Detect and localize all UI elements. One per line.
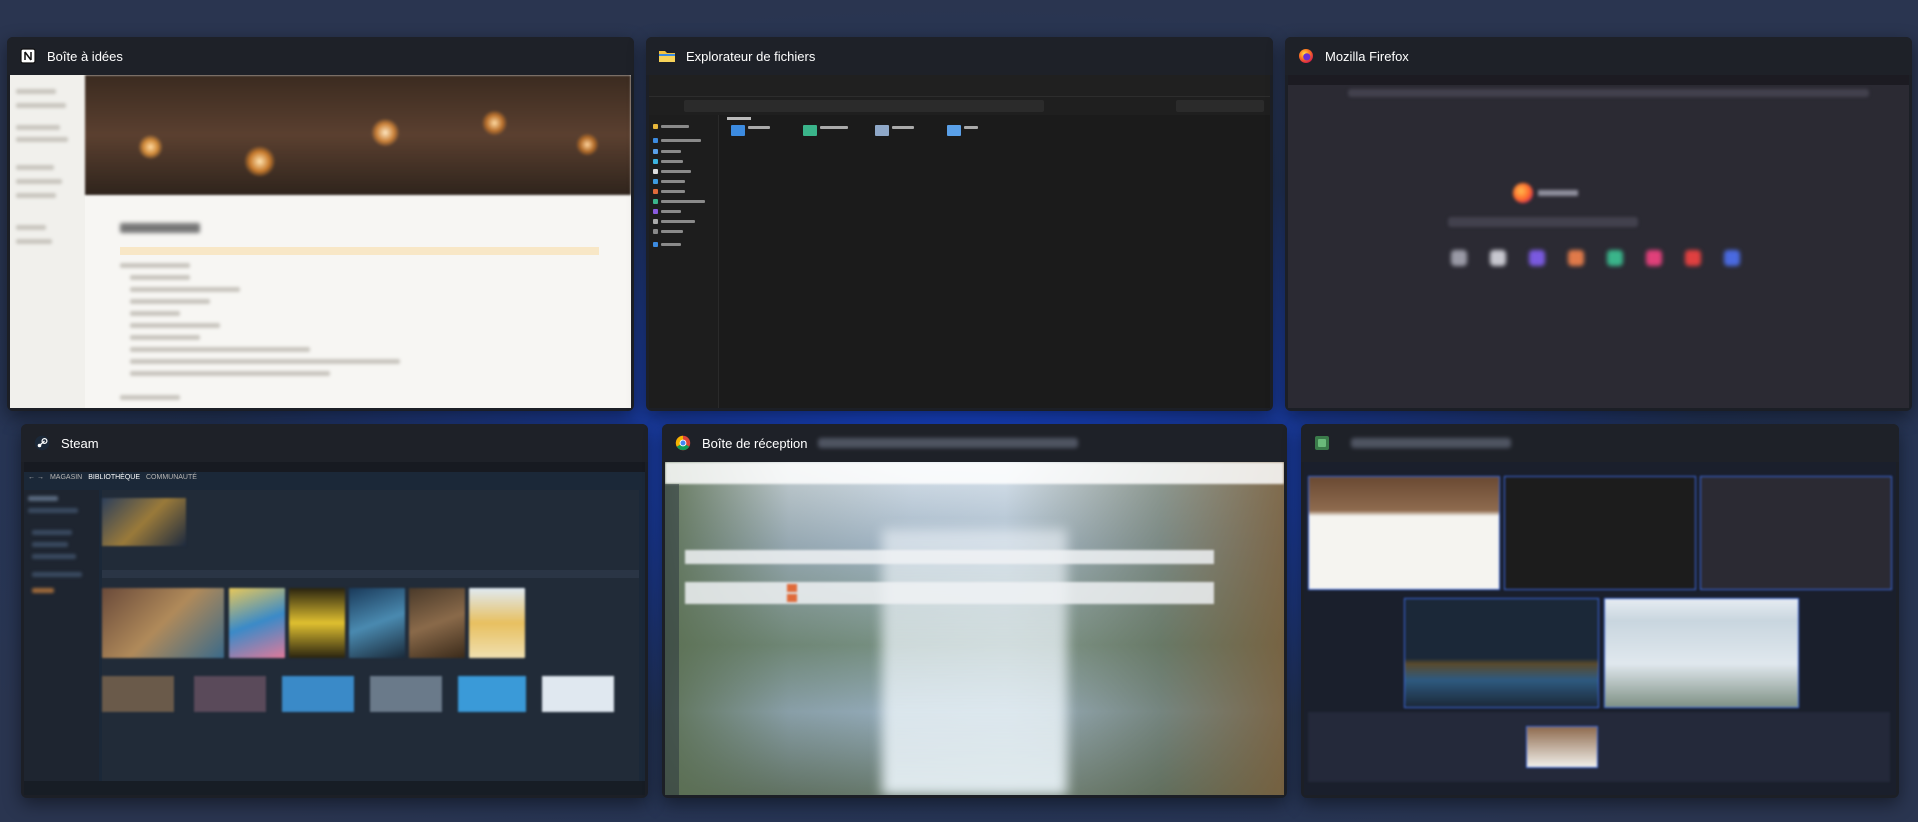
notion-page-title (120, 223, 200, 233)
shortcut-icon (1607, 250, 1623, 266)
notion-cover-image (85, 75, 631, 195)
game-tile (469, 588, 525, 658)
steam-nav-library: BIBLIOTHÈQUE (88, 474, 140, 481)
game-tile (102, 588, 224, 658)
shortcut-icon (1568, 250, 1584, 266)
window-title: Steam (61, 435, 99, 451)
shortcut-icon (1529, 250, 1545, 266)
explorer-file-list (725, 115, 1270, 408)
window-card-steam[interactable]: Steam ← → MAGASIN BIBLIOTHÈQUE COMMUNAUT… (21, 424, 648, 798)
game-tile (409, 588, 465, 658)
game-tile (289, 588, 345, 658)
mini-window-thumb (1308, 476, 1500, 590)
game-tile (370, 676, 442, 712)
steam-library-sidebar (24, 490, 99, 781)
steam-featured-game (102, 498, 186, 546)
game-tile (229, 588, 285, 658)
firefox-tab-strip (1288, 75, 1909, 85)
game-tile (349, 588, 405, 658)
window-preview (1304, 462, 1896, 795)
game-tile (194, 676, 266, 712)
window-title: Mozilla Firefox (1325, 48, 1409, 64)
notion-callout (120, 247, 599, 255)
game-tile (542, 676, 614, 712)
window-title: Boîte de réception (702, 435, 808, 451)
mini-taskbar (1308, 712, 1890, 782)
gmail-top-bar (665, 462, 1284, 484)
mini-window-thumb (1504, 476, 1696, 590)
mini-window-thumb (1404, 598, 1599, 708)
window-card-firefox[interactable]: Mozilla Firefox (1285, 37, 1912, 411)
steam-nav-store: MAGASIN (49, 474, 83, 481)
window-card-header[interactable]: Mozilla Firefox (1285, 37, 1912, 75)
shortcut-icon (1451, 250, 1467, 266)
game-tile (282, 676, 354, 712)
notion-icon (19, 47, 37, 65)
window-preview (10, 75, 631, 408)
window-preview (1288, 75, 1909, 408)
list-item (685, 550, 1214, 564)
explorer-navigation-pane (649, 115, 719, 408)
window-card-explorer[interactable]: Explorateur de fichiers (646, 37, 1273, 411)
window-title: Boîte à idées (47, 48, 123, 64)
mini-window-thumb (1604, 598, 1799, 708)
window-card-gmail[interactable]: Boîte de réception (662, 424, 1287, 798)
shortcut-icon (1685, 250, 1701, 266)
gmail-side-nav (665, 484, 679, 795)
window-card-header[interactable] (1301, 424, 1899, 462)
folder-icon (658, 47, 676, 65)
notion-sidebar (10, 75, 85, 408)
window-card-notion[interactable]: Boîte à idées (7, 37, 634, 411)
shortcut-icon (1490, 250, 1506, 266)
window-title: Explorateur de fichiers (686, 48, 816, 64)
window-card-header[interactable]: Explorateur de fichiers (646, 37, 1273, 75)
game-tile (458, 676, 526, 712)
explorer-address-bar (649, 97, 1270, 115)
shortcut-icon (1646, 250, 1662, 266)
window-preview (649, 75, 1270, 408)
window-card-capture[interactable] (1301, 424, 1899, 798)
steam-nav-community: COMMUNAUTÉ (145, 474, 197, 481)
window-preview: ← → MAGASIN BIBLIOTHÈQUE COMMUNAUTÉ (24, 462, 645, 795)
window-card-header[interactable]: Boîte à idées (7, 37, 634, 75)
list-item (685, 582, 1214, 604)
window-card-header[interactable]: Steam (21, 424, 648, 462)
shortcut-icon (1724, 250, 1740, 266)
firefox-url-bar (1348, 89, 1869, 97)
app-icon (1313, 434, 1331, 452)
window-card-header[interactable]: Boîte de réception (662, 424, 1287, 462)
window-preview (665, 462, 1284, 795)
task-view: Boîte à idées Explorateur de fichiers Mo… (0, 0, 1918, 822)
explorer-toolbar (649, 75, 1270, 97)
firefox-logo (1513, 183, 1533, 203)
steam-footer (24, 781, 645, 795)
firefox-icon (1297, 47, 1315, 65)
chrome-icon (674, 434, 692, 452)
steam-icon (33, 434, 51, 452)
mini-window-thumb (1526, 726, 1598, 768)
steam-library-main (102, 490, 639, 781)
steam-nav: ← → MAGASIN BIBLIOTHÈQUE COMMUNAUTÉ (28, 474, 197, 481)
game-tile (102, 676, 174, 712)
mini-window-thumb (1700, 476, 1892, 590)
firefox-search-box (1448, 217, 1638, 227)
